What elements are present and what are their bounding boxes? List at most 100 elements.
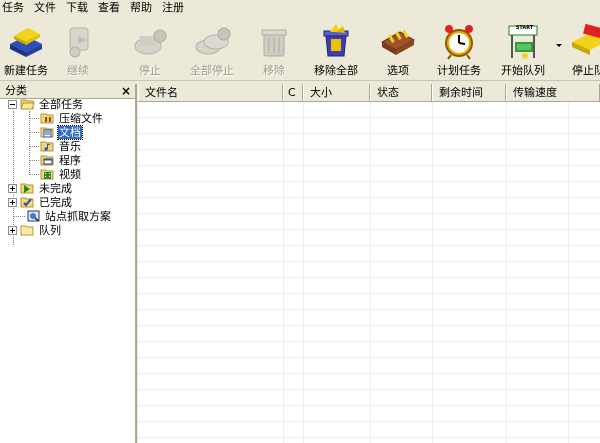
expand-icon[interactable] xyxy=(8,183,17,193)
stop-all-icon xyxy=(195,27,231,55)
tree-item-label: 压缩文件 xyxy=(59,111,103,125)
tree-item-label: 文档 xyxy=(57,124,83,140)
column-header-filename[interactable]: 文件名 xyxy=(138,84,283,101)
tree-item-label: 视频 xyxy=(59,167,81,181)
tree-item-label: 全部任务 xyxy=(39,97,83,111)
column-header-size[interactable]: 大小 xyxy=(303,84,370,101)
scheduler-label: 计划任务 xyxy=(437,64,481,77)
menu-register[interactable]: 注册 xyxy=(158,0,190,16)
empty-list-row xyxy=(138,262,600,278)
options-button[interactable]: 选项 xyxy=(376,18,420,78)
tree-item-finished[interactable]: 已完成 xyxy=(8,195,73,209)
empty-list-row xyxy=(138,198,600,214)
empty-list-row xyxy=(138,166,600,182)
document-folder-icon xyxy=(40,127,54,138)
tree-item-label: 站点抓取方案 xyxy=(45,209,111,223)
new-task-button[interactable]: 新建任务 xyxy=(0,18,52,78)
column-header-time-left[interactable]: 剩余时间 xyxy=(432,84,506,101)
empty-list-row xyxy=(138,310,600,326)
empty-list-row xyxy=(138,390,600,406)
stop-button[interactable]: 停止 xyxy=(128,18,172,78)
tree-item-programs[interactable]: 程序 xyxy=(40,153,82,167)
options-label: 选项 xyxy=(387,64,409,77)
menu-bar: 任务 文件 下载 查看 帮助 注册 xyxy=(0,0,600,16)
empty-list-row xyxy=(138,150,600,166)
music-folder-icon xyxy=(40,141,54,152)
stop-queue-icon xyxy=(572,23,600,55)
folder-open-icon xyxy=(20,99,35,110)
empty-list-row xyxy=(138,294,600,310)
tree-item-queue[interactable]: 队列 xyxy=(8,223,62,237)
column-header-speed[interactable]: 传输速度 xyxy=(506,84,600,101)
menu-task[interactable]: 任务 xyxy=(0,0,30,16)
site-grabber-icon xyxy=(27,210,40,222)
tree-line xyxy=(13,216,25,217)
finished-folder-icon xyxy=(20,197,34,208)
archive-folder-icon xyxy=(40,113,54,124)
tree-item-all-tasks[interactable]: 全部任务 xyxy=(8,97,84,111)
menu-view[interactable]: 查看 xyxy=(94,0,126,16)
tree-item-label: 程序 xyxy=(59,153,81,167)
tree-line xyxy=(29,146,39,147)
start-queue-button[interactable]: START 开始队列 xyxy=(494,18,552,78)
options-icon xyxy=(380,29,416,55)
start-queue-dropdown-arrow[interactable] xyxy=(556,44,562,47)
tree-line xyxy=(29,174,39,175)
empty-list-row xyxy=(138,134,600,150)
toolbar: 新建任务 继续 停止 全部停止 移除 移除全部 选项 计划任务 START 开始… xyxy=(0,16,600,81)
scheduler-button[interactable]: 计划任务 xyxy=(432,18,486,78)
stop-all-button[interactable]: 全部停止 xyxy=(186,18,238,78)
video-folder-icon xyxy=(40,169,54,180)
column-headers: 文件名 C 大小 状态 剩余时间 传输速度 xyxy=(138,84,600,102)
column-header-status[interactable]: 状态 xyxy=(370,84,432,101)
tree-item-video[interactable]: 视频 xyxy=(40,167,82,181)
menu-help[interactable]: 帮助 xyxy=(126,0,158,16)
tree-item-site-grabber[interactable]: 站点抓取方案 xyxy=(26,209,112,223)
queue-folder-icon xyxy=(20,225,34,236)
empty-list-row xyxy=(138,102,600,118)
menu-file[interactable]: 文件 xyxy=(30,0,62,16)
collapse-icon[interactable] xyxy=(8,99,17,109)
expand-icon[interactable] xyxy=(8,225,17,235)
list-rows xyxy=(138,102,600,443)
empty-list-row xyxy=(138,246,600,262)
tree-item-music[interactable]: 音乐 xyxy=(40,139,82,153)
empty-list-row xyxy=(138,326,600,342)
start-queue-label: 开始队列 xyxy=(501,64,545,77)
empty-list-row xyxy=(138,118,600,134)
category-panel-title: 分类 xyxy=(5,84,27,97)
resume-button[interactable]: 继续 xyxy=(56,18,100,78)
stop-queue-label: 停止队 xyxy=(572,64,600,77)
tree-line xyxy=(29,111,30,175)
program-folder-icon xyxy=(40,155,54,166)
remove-all-label: 移除全部 xyxy=(314,64,358,77)
tree-item-label: 未完成 xyxy=(39,181,72,195)
tree-item-label: 音乐 xyxy=(59,139,81,153)
start-queue-sign-text: START xyxy=(515,25,534,31)
column-header-c[interactable]: C xyxy=(283,84,303,101)
tree-item-documents[interactable]: 文档 xyxy=(40,124,83,140)
new-task-label: 新建任务 xyxy=(4,64,48,77)
empty-list-row xyxy=(138,358,600,374)
expand-icon[interactable] xyxy=(8,197,17,207)
remove-all-button[interactable]: 移除全部 xyxy=(306,18,366,78)
empty-list-row xyxy=(138,214,600,230)
empty-list-row xyxy=(138,230,600,246)
stop-icon xyxy=(134,29,167,55)
stop-queue-button[interactable]: 停止队 xyxy=(566,18,600,78)
remove-icon xyxy=(261,29,287,57)
empty-list-row xyxy=(138,182,600,198)
remove-button[interactable]: 移除 xyxy=(254,18,294,78)
tree-line xyxy=(29,160,39,161)
tree-item-unfinished[interactable]: 未完成 xyxy=(8,181,73,195)
empty-list-row xyxy=(138,342,600,358)
download-list: 文件名 C 大小 状态 剩余时间 传输速度 xyxy=(138,84,600,443)
tree-item-archives[interactable]: 压缩文件 xyxy=(40,111,104,125)
resume-icon xyxy=(69,27,89,58)
menu-download[interactable]: 下载 xyxy=(62,0,94,16)
close-icon[interactable]: × xyxy=(121,85,131,97)
new-task-icon xyxy=(10,28,42,57)
unfinished-folder-icon xyxy=(20,183,34,194)
tree-item-label: 已完成 xyxy=(39,195,72,209)
empty-list-row xyxy=(138,278,600,294)
